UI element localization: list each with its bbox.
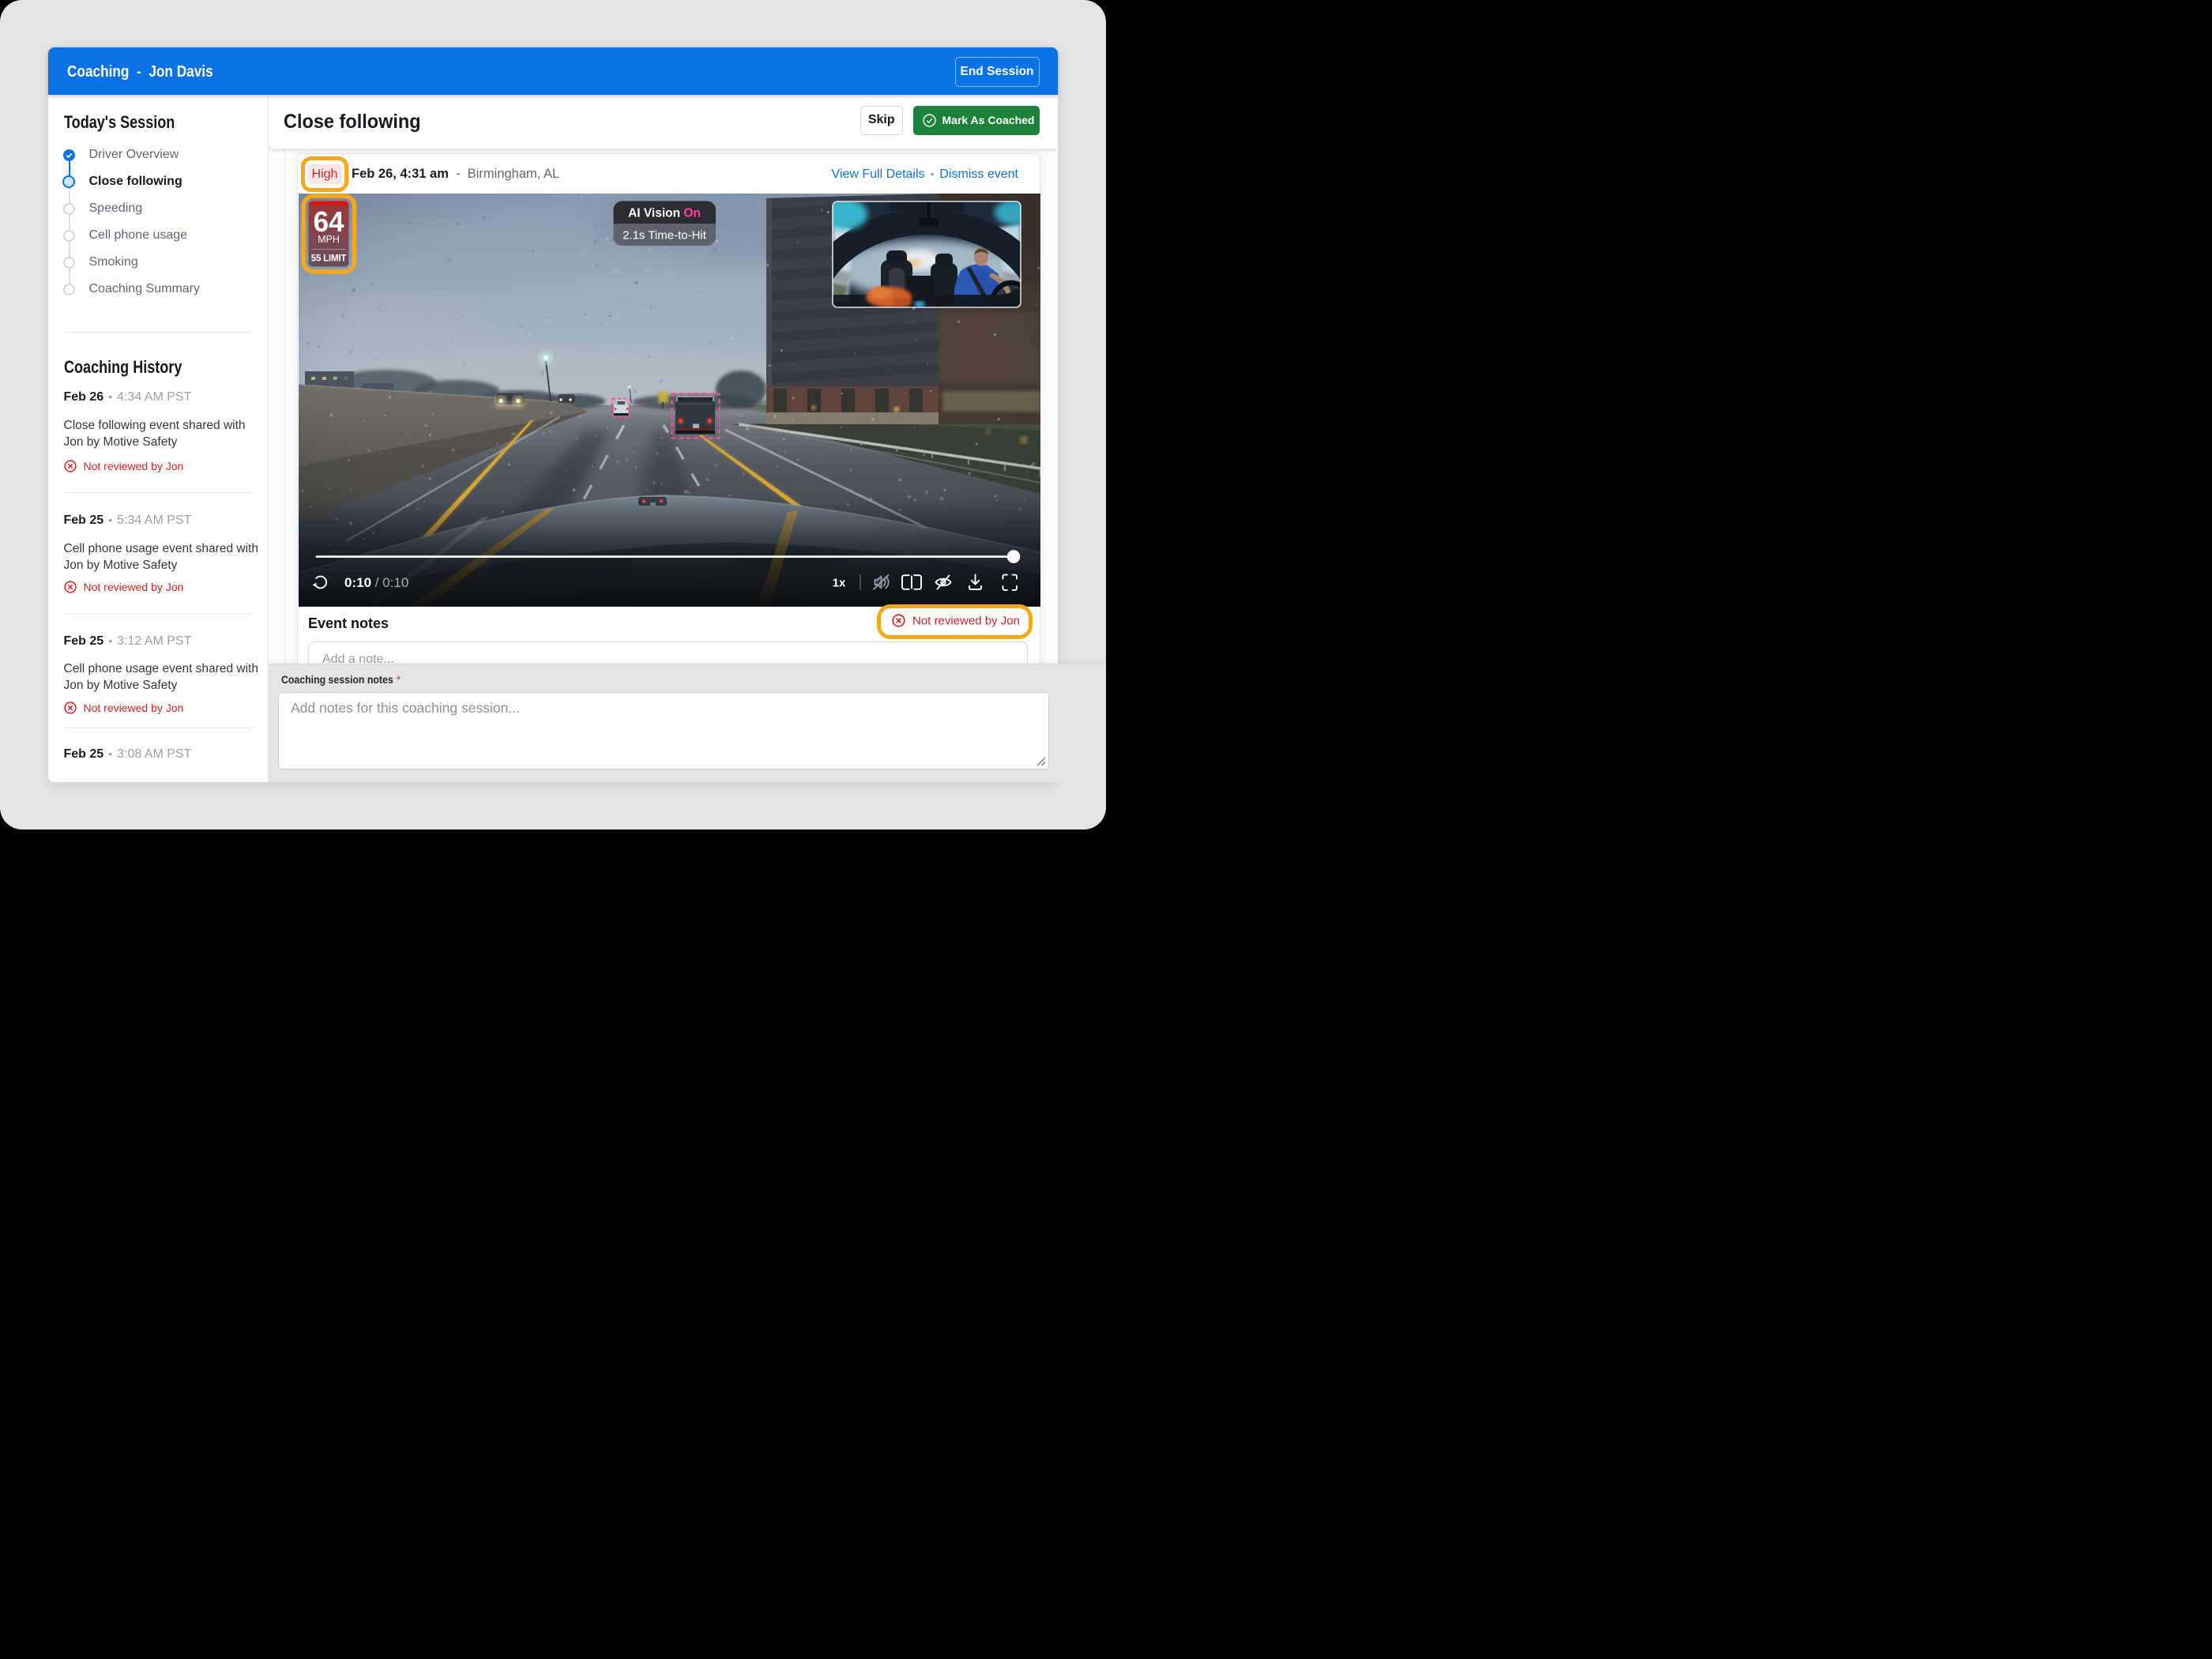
- svg-text:AI Vision On: AI Vision On: [628, 207, 701, 220]
- svg-text:55 LIMIT: 55 LIMIT: [310, 254, 346, 264]
- svg-text:0:10 / 0:10: 0:10 / 0:10: [344, 575, 408, 590]
- svg-text:MPH: MPH: [318, 234, 340, 245]
- svg-text:1x: 1x: [832, 577, 845, 590]
- svg-text:2.1s Time-to-Hit: 2.1s Time-to-Hit: [623, 229, 707, 243]
